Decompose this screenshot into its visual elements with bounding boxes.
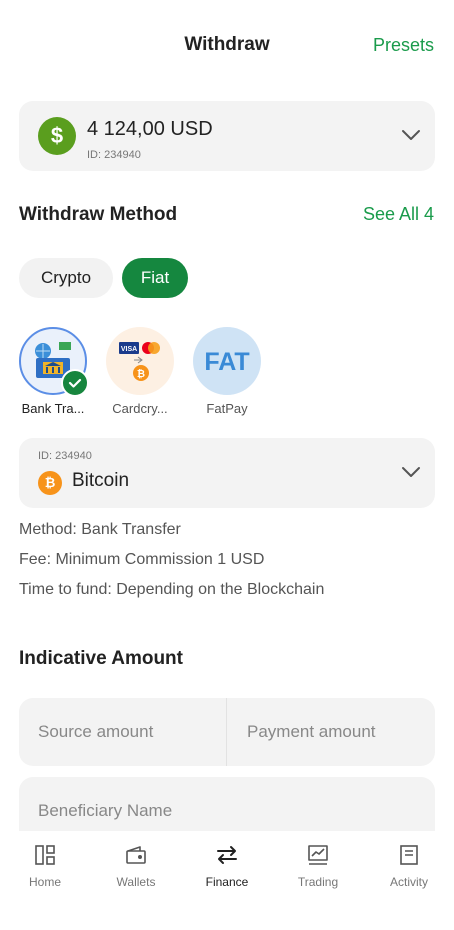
- method-bank-transfer[interactable]: Bank Tra...: [13, 327, 93, 416]
- withdraw-method-title: Withdraw Method: [19, 204, 178, 225]
- beneficiary-field: [19, 777, 435, 831]
- account-id: ID: 234940: [87, 149, 141, 161]
- account-selector[interactable]: $ 4 124,00 USD ID: 234940: [19, 101, 435, 171]
- presets-link[interactable]: Presets: [373, 35, 434, 56]
- wallet-icon: [124, 843, 148, 867]
- tab-fiat[interactable]: Fiat: [122, 258, 188, 298]
- svg-text:₿: ₿: [137, 368, 145, 380]
- see-all-link[interactable]: See All 4: [363, 204, 434, 225]
- svg-text:FAT: FAT: [204, 348, 249, 376]
- tab-wallets[interactable]: Wallets: [101, 843, 171, 889]
- method-label: FatPay: [206, 401, 248, 416]
- crypto-id: ID: 234940: [38, 450, 92, 462]
- tab-label: Home: [28, 875, 61, 889]
- tab-trading[interactable]: Trading: [283, 843, 353, 889]
- transfer-arrows-icon: [215, 843, 239, 867]
- tab-label: Wallets: [116, 875, 156, 889]
- chevron-down-icon: [401, 129, 420, 143]
- crypto-name: Bitcoin: [72, 470, 130, 491]
- indicative-amount-title: Indicative Amount: [19, 648, 183, 669]
- document-icon: [397, 843, 421, 867]
- tab-home[interactable]: Home: [10, 843, 80, 889]
- method-label: Bank Tra...: [21, 401, 85, 416]
- tab-label: Finance: [205, 875, 249, 889]
- time-to-fund-info: Time to fund: Depending on the Blockchai…: [19, 581, 325, 598]
- check-icon: [61, 369, 89, 397]
- beneficiary-name-input[interactable]: [38, 797, 418, 825]
- tab-crypto[interactable]: Crypto: [19, 258, 113, 298]
- bank-icon: [19, 327, 89, 397]
- bitcoin-icon: ₿: [38, 471, 62, 495]
- method-label: Cardcry...: [112, 401, 168, 416]
- chevron-down-icon: [401, 466, 420, 480]
- method-cardcrypto[interactable]: VISA ₿ Cardcry...: [100, 327, 180, 416]
- dollar-coin-icon: $: [38, 117, 76, 155]
- payment-amount-input[interactable]: [247, 718, 427, 746]
- amount-fields: [19, 698, 435, 766]
- tab-finance[interactable]: Finance: [192, 843, 262, 889]
- home-icon: [33, 843, 57, 867]
- bottom-tab-bar: Home Wallets Finance Trading Activity: [0, 831, 454, 930]
- chart-icon: [306, 843, 330, 867]
- fatpay-logo: FAT: [193, 327, 261, 395]
- tab-label: Trading: [297, 875, 339, 889]
- crypto-currency-selector[interactable]: ID: 234940 ₿ Bitcoin: [19, 438, 435, 508]
- fee-info: Fee: Minimum Commission 1 USD: [19, 551, 265, 568]
- header: Withdraw Presets: [0, 0, 454, 92]
- account-balance: 4 124,00 USD: [87, 118, 213, 140]
- method-fatpay[interactable]: FAT FatPay: [187, 327, 267, 416]
- card-crypto-icon: VISA ₿: [106, 327, 174, 395]
- tab-label: Activity: [389, 875, 428, 889]
- tab-activity[interactable]: Activity: [374, 843, 444, 889]
- field-divider: [226, 698, 227, 766]
- method-info: Method: Bank Transfer: [19, 521, 181, 538]
- source-amount-input[interactable]: [38, 718, 218, 746]
- svg-text:VISA: VISA: [121, 346, 137, 353]
